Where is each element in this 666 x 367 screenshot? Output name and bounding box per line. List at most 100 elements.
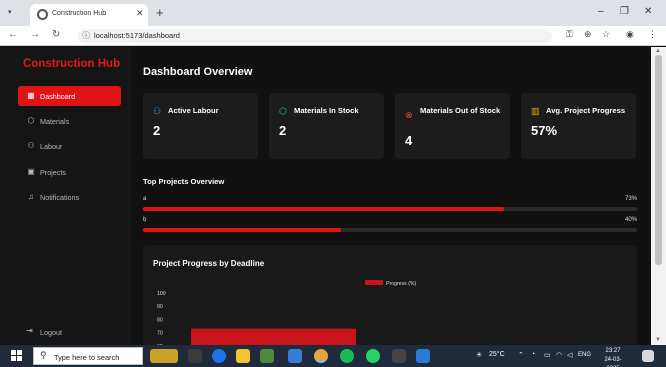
top-projects-title: Top Projects Overview: [143, 177, 225, 186]
search-icon: ⚲: [40, 350, 47, 360]
browser-toolbar: ← → ↻ ⓘ localhost:5173/dashboard ⚿ ⊕ ☆ ◉…: [0, 26, 666, 46]
progress-fill: [143, 228, 341, 232]
projects-icon: ▣: [27, 167, 35, 176]
stat-card-label: Avg. Project Progress: [546, 106, 626, 115]
taskbar-app-widget-icon[interactable]: [150, 349, 178, 363]
task-view-icon[interactable]: [188, 349, 202, 363]
screen: ▾ Construction Hub ✕ + – ❐ ✕ ← → ↻ ⓘ loc…: [0, 0, 666, 367]
wifi-icon[interactable]: ◠: [556, 351, 562, 359]
back-icon[interactable]: ←: [8, 29, 18, 40]
tab-search-chevron-icon[interactable]: ▾: [8, 8, 12, 16]
sidebar-item-label: Dashboard: [40, 92, 76, 101]
sidebar-item-label: Notifications: [40, 193, 80, 202]
brand-title: Construction Hub: [23, 58, 121, 70]
page-title: Dashboard Overview: [143, 66, 253, 78]
new-tab-icon[interactable]: +: [156, 5, 164, 20]
sidebar: Construction Hub ▦ Dashboard ⬡ Materials…: [0, 47, 130, 345]
edge-icon[interactable]: [212, 349, 226, 363]
sidebar-item-materials[interactable]: ⬡ Materials: [18, 111, 121, 131]
weather-text[interactable]: 25°C: [489, 351, 505, 358]
scroll-up-icon[interactable]: ▲: [655, 48, 661, 54]
windows-start-icon[interactable]: [11, 350, 23, 362]
close-tab-icon[interactable]: ✕: [136, 8, 144, 19]
scroll-down-icon[interactable]: ▼: [655, 337, 661, 343]
spotify-icon[interactable]: [340, 349, 354, 363]
reload-icon[interactable]: ↻: [52, 29, 60, 40]
language-indicator[interactable]: ENG: [578, 352, 591, 358]
taskbar-app-icon[interactable]: [288, 349, 302, 363]
legend-swatch: [365, 280, 383, 285]
battery-icon[interactable]: ▭: [544, 351, 551, 359]
more-menu-icon[interactable]: ⋮: [648, 29, 657, 40]
progress-fill: [143, 207, 504, 211]
project-percent: 73%: [624, 196, 637, 202]
y-tick-label: 80: [157, 317, 163, 323]
browser-tabbar: ▾ Construction Hub ✕ + – ❐ ✕: [0, 0, 666, 26]
file-explorer-icon[interactable]: [236, 349, 250, 363]
tray-chevron-icon[interactable]: ⌃: [518, 351, 524, 359]
profile-icon[interactable]: ◉: [626, 29, 634, 40]
sidebar-item-label: Materials: [40, 117, 70, 126]
progress-track: [143, 207, 637, 211]
stat-card-active-labour: ⚇ Active Labour 2: [143, 93, 258, 159]
sidebar-item-label: Projects: [40, 168, 66, 177]
labour-icon: ⚇: [27, 141, 35, 150]
address-bar[interactable]: ⓘ localhost:5173/dashboard: [78, 29, 552, 43]
scrollbar-thumb[interactable]: [655, 55, 662, 265]
bookmark-star-icon[interactable]: ☆: [602, 29, 610, 40]
maximize-icon[interactable]: ❐: [620, 6, 629, 17]
minimize-icon[interactable]: –: [598, 6, 604, 17]
taskbar-search-placeholder: Type here to search: [54, 353, 120, 362]
taskbar-app-icon[interactable]: [260, 349, 274, 363]
forward-icon[interactable]: →: [30, 29, 40, 40]
bar-chart-icon: ▥: [531, 106, 540, 116]
network-icon[interactable]: ◔: [531, 351, 535, 358]
weather-icon[interactable]: ☀: [476, 351, 482, 359]
sidebar-item-projects[interactable]: ▣ Projects: [18, 162, 121, 182]
stat-card-avg-project-progress: ▥ Avg. Project Progress 57%: [521, 93, 636, 159]
y-tick-label: 70: [157, 331, 163, 337]
zoom-icon[interactable]: ⊕: [584, 29, 592, 40]
y-tick-label: 100: [157, 291, 166, 297]
close-window-icon[interactable]: ✕: [644, 6, 652, 17]
sidebar-item-notifications[interactable]: ♫ Notifications: [18, 187, 121, 207]
progress-track: [143, 228, 637, 232]
stat-card-materials-out-of-stock: ⊗ Materials Out of Stock 4: [395, 93, 510, 159]
sidebar-item-dashboard[interactable]: ▦ Dashboard: [18, 86, 121, 106]
stat-card-value: 2: [153, 123, 161, 138]
taskbar: ⚲ Type here to search ☀ 25°C ⌃ ◔ ▭ ◠ ◁ E…: [0, 345, 666, 367]
page-scrollbar[interactable]: ▲ ▼: [651, 47, 666, 345]
volume-icon[interactable]: ◁: [567, 351, 572, 359]
cube-icon: ⬡: [279, 106, 287, 116]
stat-card-label: Materials In Stock: [294, 106, 359, 115]
y-tick-label: 90: [157, 304, 163, 310]
bell-icon: ♫: [28, 192, 34, 201]
materials-icon: ⬡: [27, 116, 35, 125]
clock-date: 24-03-2025: [604, 357, 622, 367]
chart-card: Project Progress by Deadline Progress (%…: [143, 245, 637, 355]
vscode-icon[interactable]: [416, 349, 430, 363]
x-circle-icon: ⊗: [405, 110, 413, 120]
logout-button[interactable]: ⇥ Logout: [18, 323, 121, 341]
dashboard-icon: ▦: [27, 91, 35, 100]
notification-center-icon[interactable]: [642, 350, 654, 362]
key-icon[interactable]: ⚿: [566, 29, 573, 40]
taskbar-app-icon[interactable]: [392, 349, 406, 363]
stat-card-value: 57%: [531, 123, 558, 138]
stat-card-value: 4: [405, 133, 413, 148]
tab-title: Construction Hub: [52, 10, 107, 17]
url-text: localhost:5173/dashboard: [94, 31, 180, 40]
chrome-icon[interactable]: [314, 349, 328, 363]
project-percent: 40%: [624, 217, 637, 223]
browser-tab[interactable]: Construction Hub ✕: [30, 4, 148, 26]
taskbar-clock[interactable]: 23:27 24-03-2025: [598, 347, 628, 367]
sidebar-item-labour[interactable]: ⚇ Labour: [18, 136, 121, 156]
legend-label: Progress (%): [386, 281, 417, 287]
logout-label: Logout: [40, 328, 62, 337]
stat-card-label: Materials Out of Stock: [420, 106, 501, 115]
stat-card-label: Active Labour: [168, 106, 219, 115]
site-info-icon[interactable]: ⓘ: [82, 30, 90, 41]
taskbar-search[interactable]: ⚲ Type here to search: [33, 347, 143, 365]
whatsapp-icon[interactable]: [366, 349, 380, 363]
stat-card-materials-in-stock: ⬡ Materials In Stock 2: [269, 93, 384, 159]
